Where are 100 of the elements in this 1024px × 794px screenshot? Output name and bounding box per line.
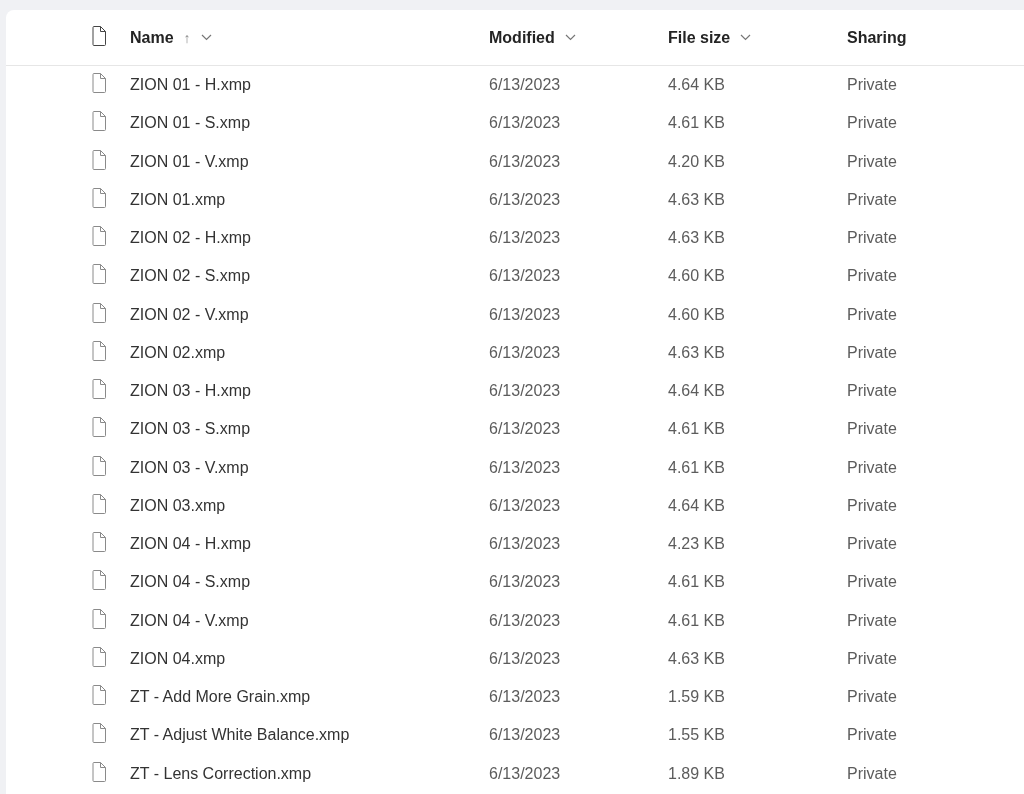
file-size: 4.63 KB — [668, 190, 726, 209]
modified-date: 6/13/2023 — [489, 726, 562, 745]
file-name[interactable]: ZION 03 - H.xmp — [130, 382, 489, 401]
file-size: 4.61 KB — [668, 611, 726, 630]
file-name[interactable]: ZION 02 - H.xmp — [130, 229, 489, 248]
file-name[interactable]: ZION 01 - S.xmp — [130, 114, 489, 133]
sharing-status: Private — [847, 305, 898, 324]
file-icon — [92, 493, 106, 514]
file-icon — [92, 302, 106, 323]
sharing-status: Private — [847, 152, 898, 171]
file-icon — [92, 25, 106, 46]
file-name[interactable]: ZION 03.xmp — [130, 496, 489, 515]
file-size: 4.64 KB — [668, 382, 726, 401]
file-name[interactable]: ZION 02 - S.xmp — [130, 267, 489, 286]
sharing-status: Private — [847, 573, 898, 592]
file-size: 4.61 KB — [668, 420, 726, 439]
file-name[interactable]: ZION 01 - V.xmp — [130, 152, 489, 171]
modified-date: 6/13/2023 — [489, 382, 562, 401]
file-name[interactable]: ZT - Lens Correction.xmp — [130, 764, 489, 783]
column-header[interactable]: Modified — [489, 28, 555, 47]
sharing-status: Private — [847, 267, 898, 286]
file-size: 4.60 KB — [668, 305, 726, 324]
file-name[interactable]: ZION 04 - S.xmp — [130, 573, 489, 592]
sharing-status: Private — [847, 764, 898, 783]
modified-date: 6/13/2023 — [489, 76, 562, 95]
modified-date: 6/13/2023 — [489, 764, 562, 783]
file-name[interactable]: ZION 04 - V.xmp — [130, 611, 489, 630]
modified-date: 6/13/2023 — [489, 535, 562, 554]
file-name[interactable]: ZION 04 - H.xmp — [130, 535, 489, 554]
modified-date: 6/13/2023 — [489, 458, 562, 477]
file-icon — [92, 608, 106, 629]
file-icon — [92, 379, 106, 400]
sharing-status: Private — [847, 343, 898, 362]
file-icon — [92, 532, 106, 553]
file-size: 4.23 KB — [668, 535, 726, 554]
modified-date: 6/13/2023 — [489, 343, 562, 362]
file-size: 4.60 KB — [668, 267, 726, 286]
file-size: 4.63 KB — [668, 649, 726, 668]
file-name[interactable]: ZT - Adjust White Balance.xmp — [130, 726, 489, 745]
modified-date: 6/13/2023 — [489, 496, 562, 515]
sharing-status: Private — [847, 458, 898, 477]
sharing-status: Private — [847, 649, 898, 668]
sharing-status: Private — [847, 496, 898, 515]
file-icon — [92, 761, 106, 782]
modified-date: 6/13/2023 — [489, 688, 562, 707]
file-name[interactable]: ZION 04.xmp — [130, 649, 489, 668]
file-icon — [92, 723, 106, 744]
sharing-status: Private — [847, 382, 898, 401]
modified-date: 6/13/2023 — [489, 190, 562, 209]
sharing-status: Private — [847, 76, 898, 95]
sharing-status: Private — [847, 190, 898, 209]
modified-date: 6/13/2023 — [489, 229, 562, 248]
file-icon — [92, 111, 106, 132]
modified-date: 6/13/2023 — [489, 152, 562, 171]
file-name[interactable]: ZION 02.xmp — [130, 343, 489, 362]
modified-date: 6/13/2023 — [489, 420, 562, 439]
file-icon — [92, 455, 106, 476]
column-header[interactable]: Name — [130, 28, 174, 47]
sharing-status: Private — [847, 726, 898, 745]
file-size: 1.59 KB — [668, 688, 726, 707]
file-size: 4.63 KB — [668, 229, 726, 248]
file-size: 4.61 KB — [668, 573, 726, 592]
file-size: 1.55 KB — [668, 726, 726, 745]
sort-arrow: ↑ — [183, 29, 191, 46]
modified-date: 6/13/2023 — [489, 649, 562, 668]
file-icon — [92, 226, 106, 247]
file-icon — [92, 570, 106, 591]
file-size: 4.64 KB — [668, 496, 726, 515]
file-size: 4.61 KB — [668, 114, 726, 133]
column-header[interactable]: Sharing — [847, 28, 907, 47]
file-icon — [92, 646, 106, 667]
file-size: 1.89 KB — [668, 764, 726, 783]
file-icon — [92, 685, 106, 706]
file-name[interactable]: ZION 03 - V.xmp — [130, 458, 489, 477]
file-name[interactable]: ZT - Add More Grain.xmp — [130, 688, 489, 707]
file-icon — [92, 149, 106, 170]
file-name[interactable]: ZION 01.xmp — [130, 190, 489, 209]
sharing-status: Private — [847, 611, 898, 630]
modified-date: 6/13/2023 — [489, 267, 562, 286]
sharing-status: Private — [847, 229, 898, 248]
modified-date: 6/13/2023 — [489, 611, 562, 630]
sharing-status: Private — [847, 688, 898, 707]
chevron-down-icon[interactable] — [740, 34, 752, 41]
file-icon — [92, 340, 106, 361]
column-header[interactable]: File size — [668, 28, 731, 47]
file-icon — [92, 264, 106, 285]
file-name[interactable]: ZION 03 - S.xmp — [130, 420, 489, 439]
chevron-down-icon[interactable] — [564, 34, 576, 41]
file-size: 4.20 KB — [668, 152, 726, 171]
sharing-status: Private — [847, 420, 898, 439]
file-icon — [92, 417, 106, 438]
file-size: 4.63 KB — [668, 343, 726, 362]
modified-date: 6/13/2023 — [489, 305, 562, 324]
sharing-status: Private — [847, 114, 898, 133]
file-icon — [92, 187, 106, 208]
file-size: 4.61 KB — [668, 458, 726, 477]
file-name[interactable]: ZION 02 - V.xmp — [130, 305, 489, 324]
file-name[interactable]: ZION 01 - H.xmp — [130, 76, 489, 95]
file-size: 4.64 KB — [668, 76, 726, 95]
chevron-down-icon[interactable] — [200, 34, 212, 41]
